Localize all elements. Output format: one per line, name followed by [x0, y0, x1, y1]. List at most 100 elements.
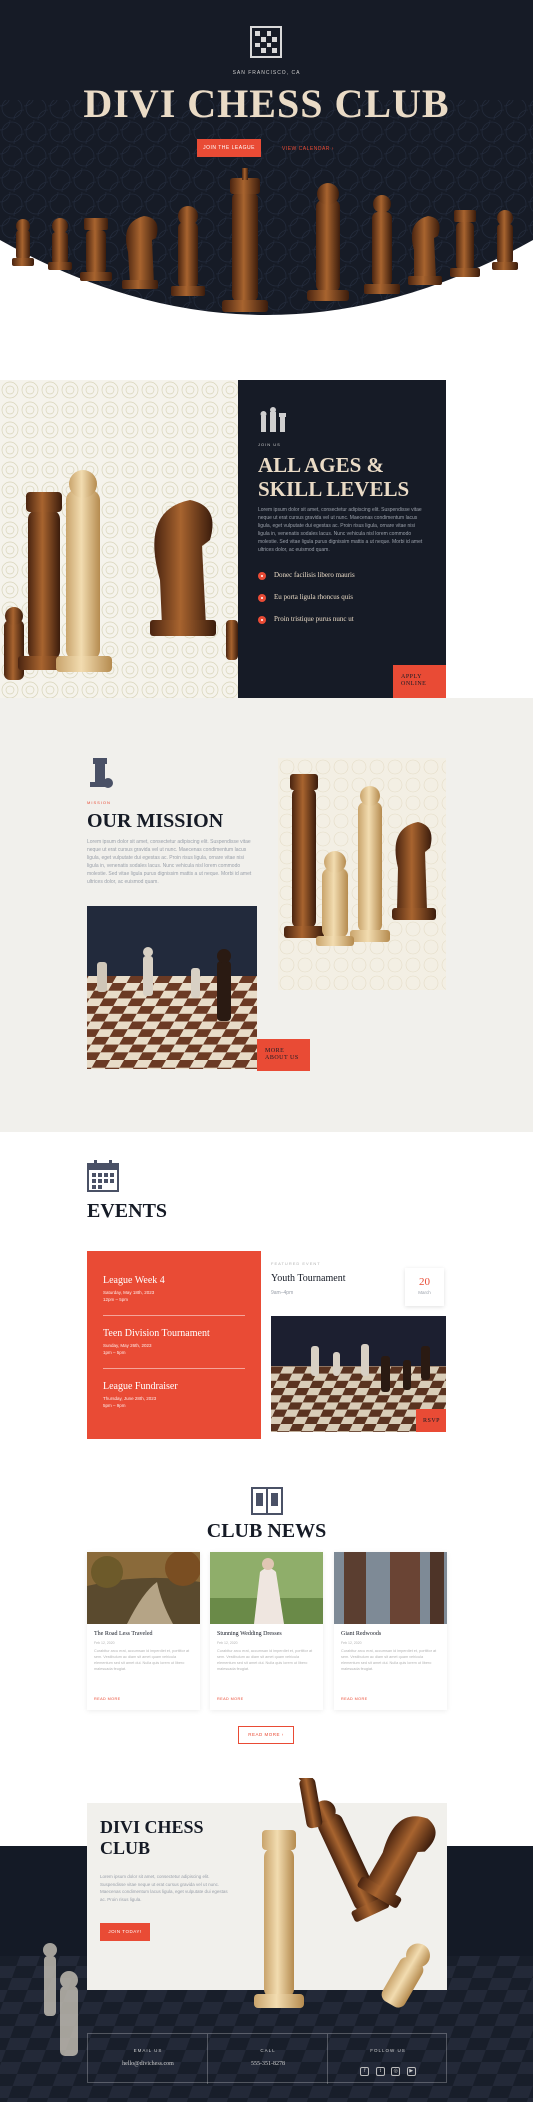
- more-line1: MORE: [265, 1048, 285, 1054]
- news-post-image: [210, 1552, 323, 1624]
- social-icons: f t ◎ ▶: [328, 2059, 448, 2077]
- calendar-icon: [87, 1160, 119, 1192]
- mission-title: OUR MISSION: [87, 810, 224, 832]
- footer-call-column: CALL 555-351-8278: [208, 2034, 328, 2084]
- event-name: Teen Division Tournament: [103, 1328, 210, 1339]
- bullet-icon: [258, 616, 266, 624]
- news-post-excerpt: Curabitur arcu erat, accumsan id imperdi…: [217, 1649, 313, 1671]
- more-line2: ABOUT US: [265, 1055, 299, 1061]
- view-calendar-link[interactable]: VIEW CALENDAR ›: [282, 146, 334, 152]
- events-list-card: League Week 4 Saturday, May 18th, 2023 1…: [87, 1251, 261, 1439]
- facebook-icon[interactable]: f: [360, 2067, 370, 2076]
- cta-body-text: Lorem ipsum dolor sit amet, consectetur …: [100, 1874, 228, 1902]
- news-post-image: [334, 1552, 447, 1624]
- footer-phone[interactable]: 555-351-8278: [208, 2061, 328, 2067]
- event-name: League Fundraiser: [103, 1381, 178, 1392]
- cta-title-line2: CLUB: [100, 1838, 151, 1858]
- event-date: Sunday, May 26th, 2023: [103, 1343, 152, 1348]
- news-card[interactable]: Stunning Wedding Dresses Feb 12, 2020 Cu…: [210, 1552, 323, 1710]
- news-title: CLUB NEWS: [206, 1520, 327, 1542]
- chevron-right-icon: ›: [331, 146, 334, 152]
- cta-title: DIVI CHESS CLUB: [100, 1817, 204, 1859]
- mission-pieces-image: [278, 758, 446, 990]
- ages-label: JOIN US: [258, 442, 281, 447]
- footer-email[interactable]: hello@divichess.com: [88, 2061, 208, 2067]
- event-date: Saturday, May 18th, 2023: [103, 1290, 155, 1295]
- featured-event-time: 9am–4pm: [271, 1290, 294, 1296]
- hero-section: SAN FRANCISCO, CA DIVI CHESS CLUB JOIN T…: [0, 0, 533, 380]
- read-more-button-label: READ MORE: [248, 1732, 280, 1737]
- news-post-title[interactable]: The Road Less Traveled: [94, 1631, 153, 1637]
- ages-body-text: Lorem ipsum dolor sit amet, consectetur …: [258, 507, 423, 553]
- apply-line2: ONLINE: [401, 681, 427, 687]
- cta-title-line1: DIVI CHESS: [100, 1817, 204, 1837]
- apply-line1: APPLY: [401, 674, 422, 680]
- news-post-date: Feb 12, 2020: [341, 1641, 362, 1645]
- rook-icon: [90, 758, 113, 788]
- ages-pattern-and-pieces: [0, 380, 238, 698]
- twitter-icon[interactable]: t: [375, 2067, 385, 2076]
- read-more-link[interactable]: READ MORE: [94, 1697, 121, 1701]
- event-item[interactable]: League Fundraiser Thursday, June 28th, 2…: [103, 1381, 243, 1408]
- footer-email-label: EMAIL US: [133, 2048, 163, 2053]
- footer-follow-label: FOLLOW US: [370, 2048, 406, 2053]
- footer-call-label: CALL: [260, 2048, 276, 2053]
- more-about-us-button[interactable]: MORE ABOUT US: [257, 1039, 310, 1071]
- footer-email-column: EMAIL US hello@divichess.com: [88, 2034, 208, 2084]
- event-date: Thursday, June 28th, 2023: [103, 1396, 157, 1401]
- read-more-link[interactable]: READ MORE: [217, 1697, 244, 1701]
- events-title: EVENTS: [87, 1200, 168, 1222]
- news-post-image: [87, 1552, 200, 1624]
- event-item[interactable]: Teen Division Tournament Sunday, May 26t…: [103, 1328, 243, 1355]
- ages-bullet-text: Eu porta ligula rhoncus quis: [274, 593, 353, 601]
- ages-title-line1: ALL AGES &: [258, 453, 385, 477]
- news-card[interactable]: The Road Less Traveled Feb 12, 2020 Cura…: [87, 1552, 200, 1710]
- join-league-button[interactable]: JOIN THE LEAGUE: [197, 139, 261, 157]
- read-more-button[interactable]: READ MORE ›: [238, 1726, 294, 1744]
- event-item[interactable]: League Week 4 Saturday, May 18th, 2023 1…: [103, 1275, 243, 1302]
- event-name: League Week 4: [103, 1275, 165, 1286]
- event-divider: [103, 1368, 245, 1369]
- news-post-excerpt: Curabitur arcu erat, accumsan id imperdi…: [341, 1649, 437, 1671]
- join-today-button[interactable]: JOIN TODAY!: [100, 1923, 150, 1941]
- ages-bullet-text: Donec facilisis libero mauris: [274, 571, 355, 579]
- ages-bullet-2: Eu porta ligula rhoncus quis: [258, 593, 428, 605]
- instagram-icon[interactable]: ◎: [391, 2067, 401, 2076]
- apply-online-button[interactable]: APPLY ONLINE: [393, 665, 446, 698]
- event-time: 1pm – 5pm: [103, 1350, 126, 1355]
- mission-label: MISSION: [87, 800, 111, 805]
- chessboard-photo: [87, 906, 257, 1069]
- mission-body-text: Lorem ipsum dolor sit amet, consectetur …: [87, 839, 252, 885]
- featured-month: March: [418, 1290, 431, 1295]
- youtube-icon[interactable]: ▶: [406, 2067, 416, 2076]
- ages-image-panel: [0, 380, 238, 698]
- ages-bullet-1: Donec facilisis libero mauris: [258, 571, 428, 583]
- cta-chess-pieces-image: [254, 1778, 436, 2008]
- view-calendar-label: VIEW CALENDAR: [282, 146, 330, 152]
- event-divider: [103, 1315, 245, 1316]
- chessboard-logo-icon: [250, 26, 282, 58]
- rsvp-button[interactable]: RSVP: [416, 1409, 446, 1432]
- news-post-title[interactable]: Giant Redwoods: [341, 1631, 381, 1637]
- news-post-title[interactable]: Stunning Wedding Dresses: [217, 1631, 282, 1637]
- hero-chess-pieces-image: [12, 168, 518, 312]
- book-icon: [251, 1487, 283, 1515]
- news-card[interactable]: Giant Redwoods Feb 12, 2020 Curabitur ar…: [334, 1552, 447, 1710]
- ages-bullet-text: Proin tristique purus nunc ut: [274, 615, 354, 623]
- footer-contact-box: EMAIL US hello@divichess.com CALL 555-35…: [87, 2033, 448, 2084]
- featured-date-badge: 20 March: [405, 1268, 444, 1306]
- event-time: 12pm – 5pm: [103, 1297, 129, 1302]
- featured-event-title[interactable]: Youth Tournament: [271, 1273, 346, 1284]
- bullet-icon: [258, 594, 266, 602]
- chevron-right-icon: ›: [281, 1732, 284, 1737]
- ages-title: ALL AGES & SKILL LEVELS: [258, 453, 409, 501]
- featured-day: 20: [419, 1276, 430, 1288]
- hero-title: DIVI CHESS CLUB: [83, 81, 450, 126]
- featured-event-label: FEATURED EVENT: [271, 1261, 321, 1266]
- ages-title-line2: SKILL LEVELS: [258, 477, 410, 501]
- footer-follow-column: FOLLOW US f t ◎ ▶: [328, 2034, 448, 2084]
- read-more-link[interactable]: READ MORE: [341, 1697, 368, 1701]
- hero-location: SAN FRANCISCO, CA: [232, 70, 301, 76]
- event-time: 5pm – 9pm: [103, 1403, 126, 1408]
- chess-pieces-icon: [260, 407, 286, 432]
